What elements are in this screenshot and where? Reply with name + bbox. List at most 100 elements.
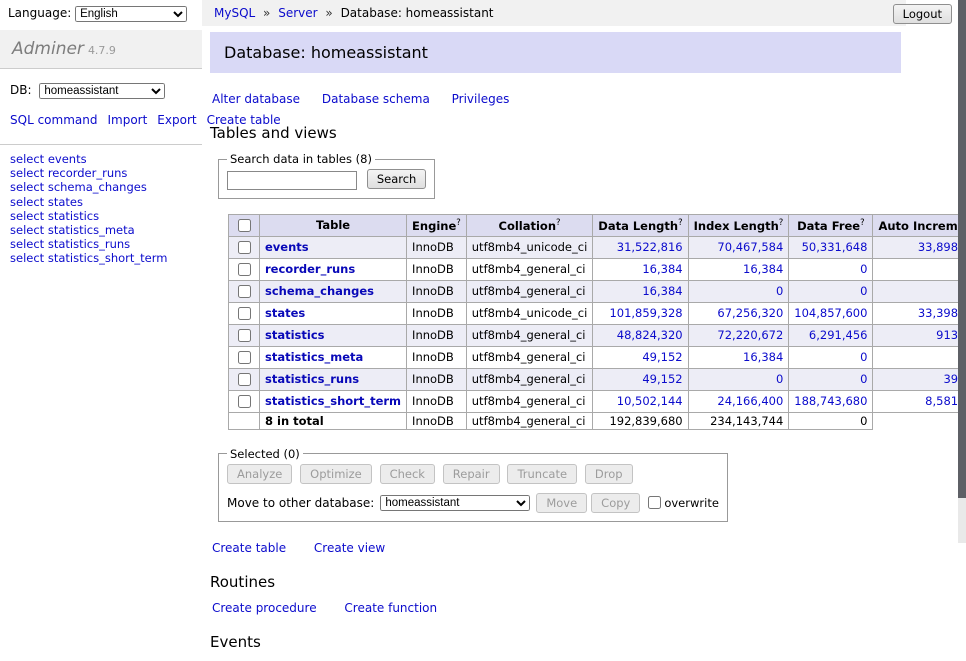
- selected-fieldset: Selected (0) Analyze Optimize Check Repa…: [218, 447, 728, 522]
- alter-database-link[interactable]: Alter database: [212, 92, 300, 106]
- optimize-button[interactable]: Optimize: [300, 464, 372, 484]
- collation-cell: utf8mb4_general_ci: [466, 280, 593, 302]
- data-length-link[interactable]: 101,859,328: [609, 306, 682, 320]
- data-length-link[interactable]: 49,152: [642, 350, 682, 364]
- repair-button[interactable]: Repair: [443, 464, 500, 484]
- column-header-engine[interactable]: Engine?: [407, 214, 467, 236]
- table-name-link[interactable]: states: [265, 306, 305, 320]
- breadcrumb-mysql-link[interactable]: MySQL: [214, 6, 255, 20]
- drop-button[interactable]: Drop: [585, 464, 633, 484]
- truncate-button[interactable]: Truncate: [507, 464, 577, 484]
- move-database-select[interactable]: homeassistant: [380, 495, 530, 511]
- row-checkbox[interactable]: [238, 307, 251, 320]
- sidebar-item-select-statistics-meta[interactable]: select statistics_meta: [10, 224, 192, 237]
- privileges-link[interactable]: Privileges: [452, 92, 510, 106]
- row-checkbox[interactable]: [238, 241, 251, 254]
- app-name[interactable]: Adminer: [12, 39, 84, 59]
- sidebar-item-select-statistics-runs[interactable]: select statistics_runs: [10, 238, 192, 251]
- row-checkbox[interactable]: [238, 351, 251, 364]
- column-header-data-free[interactable]: Data Free?: [789, 214, 873, 236]
- vertical-scrollbar[interactable]: [958, 0, 966, 543]
- logout-button[interactable]: Logout: [893, 4, 952, 24]
- index-length-link[interactable]: 0: [776, 372, 783, 386]
- collation-cell: utf8mb4_general_ci: [466, 368, 593, 390]
- index-length-link[interactable]: 16,384: [743, 262, 783, 276]
- table-row: states InnoDB utf8mb4_unicode_ci 101,859…: [229, 302, 966, 324]
- sidebar-item-select-schema-changes[interactable]: select schema_changes: [10, 181, 192, 194]
- row-checkbox[interactable]: [238, 329, 251, 342]
- data-length-link[interactable]: 49,152: [642, 372, 682, 386]
- search-button[interactable]: Search: [367, 169, 427, 189]
- sidebar-item-select-statistics[interactable]: select statistics: [10, 210, 192, 223]
- column-header-auto-increment[interactable]: Auto Increment?: [873, 214, 966, 236]
- total-engine: InnoDB: [407, 412, 467, 429]
- table-row: statistics InnoDB utf8mb4_general_ci 48,…: [229, 324, 966, 346]
- column-header-collation[interactable]: Collation?: [466, 214, 593, 236]
- select-all-checkbox[interactable]: [238, 219, 251, 232]
- check-button[interactable]: Check: [380, 464, 435, 484]
- scrollbar-thumb[interactable]: [958, 0, 966, 498]
- sidebar-link-import[interactable]: Import: [107, 113, 147, 127]
- engine-cell: InnoDB: [407, 324, 467, 346]
- db-label: DB:: [10, 83, 32, 97]
- row-checkbox[interactable]: [238, 285, 251, 298]
- table-name-link[interactable]: statistics_runs: [265, 372, 359, 386]
- table-name-link[interactable]: statistics: [265, 328, 325, 342]
- index-length-link[interactable]: 67,256,320: [717, 306, 783, 320]
- data-free-link[interactable]: 104,857,600: [794, 306, 867, 320]
- search-input[interactable]: [227, 171, 357, 190]
- column-header-index-length[interactable]: Index Length?: [688, 214, 789, 236]
- help-marker: ?: [779, 218, 784, 228]
- table-row: recorder_runs InnoDB utf8mb4_general_ci …: [229, 258, 966, 280]
- db-select[interactable]: homeassistant: [39, 83, 165, 99]
- row-checkbox[interactable]: [238, 263, 251, 276]
- data-length-link[interactable]: 48,824,320: [617, 328, 683, 342]
- engine-cell: InnoDB: [407, 236, 467, 258]
- language-label: Language:: [8, 6, 71, 20]
- data-free-link[interactable]: 188,743,680: [794, 394, 867, 408]
- table-name-link[interactable]: events: [265, 240, 309, 254]
- overwrite-checkbox[interactable]: [648, 496, 661, 509]
- move-button[interactable]: Move: [536, 493, 587, 513]
- table-row: statistics_meta InnoDB utf8mb4_general_c…: [229, 346, 966, 368]
- sidebar-link-sql-command[interactable]: SQL command: [10, 113, 97, 127]
- data-free-link[interactable]: 6,291,456: [809, 328, 868, 342]
- data-free-link[interactable]: 0: [860, 284, 867, 298]
- data-length-link[interactable]: 16,384: [642, 284, 682, 298]
- table-name-link[interactable]: statistics_meta: [265, 350, 363, 364]
- table-name-link[interactable]: statistics_short_term: [265, 394, 401, 408]
- sidebar-item-select-events[interactable]: select events: [10, 153, 192, 166]
- copy-button[interactable]: Copy: [591, 493, 640, 513]
- analyze-button[interactable]: Analyze: [227, 464, 292, 484]
- sidebar-item-select-statistics-short-term[interactable]: select statistics_short_term: [10, 252, 192, 265]
- row-checkbox[interactable]: [238, 373, 251, 386]
- data-free-link[interactable]: 0: [860, 262, 867, 276]
- database-schema-link[interactable]: Database schema: [322, 92, 430, 106]
- data-free-link[interactable]: 0: [860, 372, 867, 386]
- index-length-link[interactable]: 16,384: [743, 350, 783, 364]
- row-checkbox[interactable]: [238, 395, 251, 408]
- help-marker: ?: [678, 218, 683, 228]
- index-length-link[interactable]: 24,166,400: [717, 394, 783, 408]
- table-name-link[interactable]: schema_changes: [265, 284, 374, 298]
- data-length-link[interactable]: 10,502,144: [617, 394, 683, 408]
- data-free-link[interactable]: 0: [860, 350, 867, 364]
- help-marker: ?: [456, 218, 461, 228]
- sidebar-item-select-states[interactable]: select states: [10, 196, 192, 209]
- table-name-link[interactable]: recorder_runs: [265, 262, 355, 276]
- create-procedure-link[interactable]: Create procedure: [212, 601, 317, 615]
- column-header-data-length[interactable]: Data Length?: [593, 214, 688, 236]
- index-length-link[interactable]: 72,220,672: [717, 328, 783, 342]
- data-length-link[interactable]: 16,384: [642, 262, 682, 276]
- sidebar-link-export[interactable]: Export: [157, 113, 196, 127]
- index-length-link[interactable]: 70,467,584: [717, 240, 783, 254]
- data-free-link[interactable]: 50,331,648: [802, 240, 868, 254]
- language-select[interactable]: English: [75, 6, 187, 22]
- total-collation: utf8mb4_general_ci: [466, 412, 593, 429]
- routine-create-links: Create procedure Create function: [212, 601, 906, 615]
- sidebar-item-select-recorder-runs[interactable]: select recorder_runs: [10, 167, 192, 180]
- create-function-link[interactable]: Create function: [344, 601, 437, 615]
- breadcrumb-server-link[interactable]: Server: [278, 6, 317, 20]
- index-length-link[interactable]: 0: [776, 284, 783, 298]
- data-length-link[interactable]: 31,522,816: [617, 240, 683, 254]
